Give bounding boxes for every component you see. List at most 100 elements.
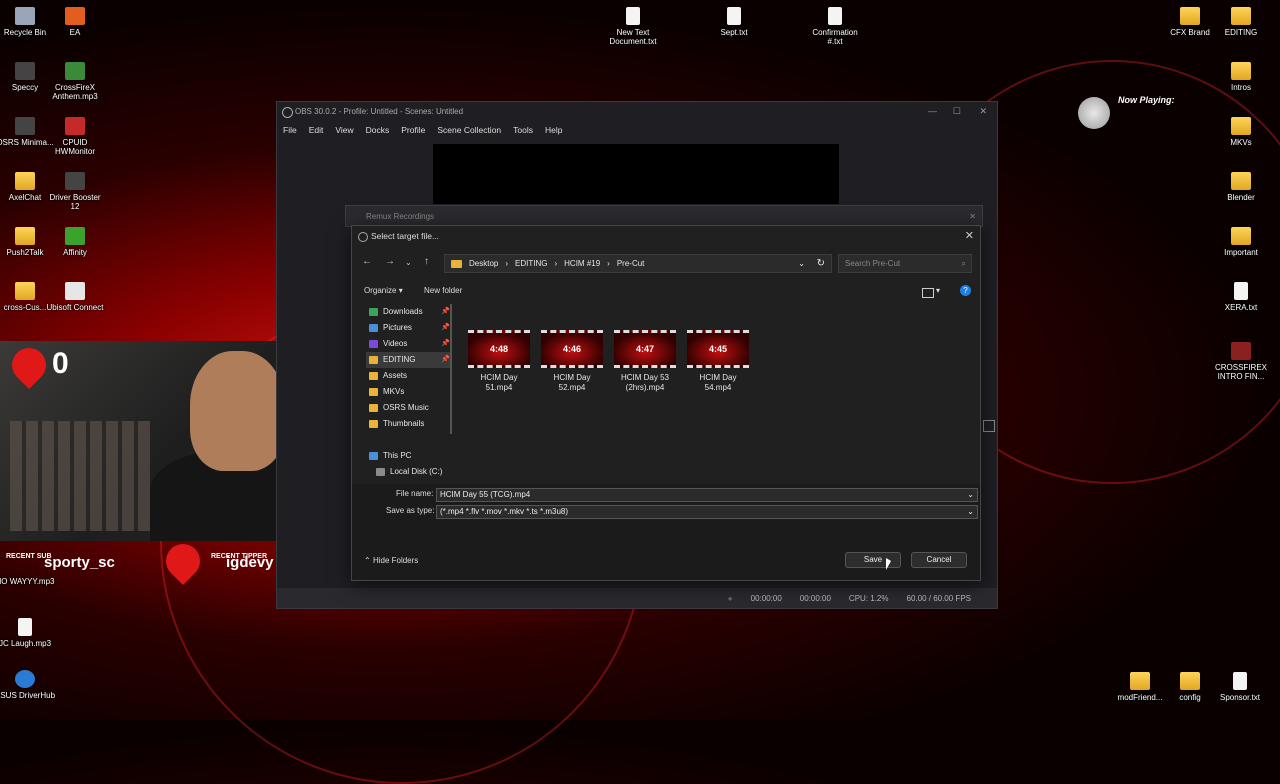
view-options-icon[interactable] <box>922 288 934 298</box>
desktop-icon-sponsor[interactable]: Sponsor.txt <box>1210 672 1270 702</box>
save-as-type-select[interactable]: (*.mp4 *.flv *.mov *.mkv *.ts *.m3u8) ⌄ <box>436 505 978 519</box>
downloads-icon <box>369 308 378 316</box>
file-list: 4:48 HCIM Day 51.mp4 4:46 HCIM Day 52.mp4 4:… <box>468 330 749 393</box>
breadcrumb-editing[interactable]: EDITING <box>515 259 547 268</box>
view-chevron-icon[interactable]: ▾ <box>936 286 940 295</box>
address-dropdown-chevron-icon[interactable]: ⌄ <box>798 259 805 268</box>
dialog-toolbar: Organize ▾ New folder ▾ ? <box>364 285 971 300</box>
text-file-icon <box>727 7 741 25</box>
tree-item-this-pc[interactable]: This PC <box>366 448 450 464</box>
desktop-icon-jc-laugh[interactable]: JC Laugh.mp3 <box>0 618 55 648</box>
file-item[interactable]: 4:47 HCIM Day 53 (2hrs).mp4 <box>614 330 676 393</box>
tree-item-pictures[interactable]: Pictures 📌 <box>366 320 450 336</box>
folder-icon <box>1130 672 1150 690</box>
folder-icon <box>1231 62 1251 80</box>
tree-item-mkvs[interactable]: MKVs <box>366 384 450 400</box>
tree-item-osrs-music[interactable]: OSRS Music <box>366 400 450 416</box>
desktop-icon-new-text-document[interactable]: New Text Document.txt <box>603 7 663 46</box>
obs-title: OBS 30.0.2 - Profile: Untitled - Scenes:… <box>295 107 464 116</box>
pin-icon: 📌 <box>441 324 450 331</box>
navigation-bar: ← → ⌄ ↑ Desktop › EDITING › HCIM #19 › Pre-… <box>352 254 980 274</box>
file-name-input[interactable]: HCIM Day 55 (TCG).mp4 ⌄ <box>436 488 978 502</box>
breadcrumb-pre-cut[interactable]: Pre-Cut <box>617 259 645 268</box>
tree-item-downloads[interactable]: Downloads 📌 <box>366 304 450 320</box>
close-icon[interactable]: ✕ <box>965 226 974 246</box>
obs-menu-bar: File Edit View Docks Profile Scene Collection… <box>277 121 997 139</box>
recording-icon: ● <box>727 593 733 603</box>
file-item[interactable]: 4:45 HCIM Day 54.mp4 <box>687 330 749 393</box>
desktop-icon-blender[interactable]: Blender <box>1211 172 1271 202</box>
menu-view[interactable]: View <box>335 125 353 135</box>
hide-folders-button[interactable]: ⌃ Hide Folders <box>364 556 418 565</box>
help-icon[interactable]: ? <box>960 285 971 296</box>
chevron-up-icon: ⌃ <box>364 556 371 565</box>
organize-button[interactable]: Organize ▾ <box>364 286 403 295</box>
text-file-icon <box>1233 672 1247 690</box>
minimize-icon[interactable]: — <box>928 102 937 121</box>
menu-file[interactable]: File <box>283 125 297 135</box>
up-arrow-icon[interactable]: ↑ <box>424 256 429 267</box>
back-arrow-icon[interactable]: ← <box>362 256 372 267</box>
obs-status-bar: ● 00:00:00 00:00:00 CPU: 1.2% 60.00 / 60… <box>277 588 997 608</box>
desktop-icon-important[interactable]: Important <box>1211 227 1271 257</box>
desktop-icon-editing[interactable]: EDITING <box>1211 7 1271 37</box>
desktop-icon-ea[interactable]: EA <box>45 7 105 37</box>
tree-scrollbar[interactable] <box>450 304 452 434</box>
address-bar[interactable]: Desktop › EDITING › HCIM #19 › Pre-Cut ⌄ ↻ <box>444 254 832 273</box>
menu-edit[interactable]: Edit <box>309 125 324 135</box>
tree-item-thumbnails[interactable]: Thumbnails <box>366 416 450 432</box>
search-input[interactable]: Search Pre-Cut ⌕ <box>838 254 972 273</box>
video-thumbnail: 4:46 <box>541 330 603 368</box>
desktop-icon-ubisoft-connect[interactable]: Ubisoft Connect <box>45 282 105 312</box>
audio-file-icon <box>18 618 32 636</box>
breadcrumb-hcim-19[interactable]: HCIM #19 <box>564 259 600 268</box>
folder-icon <box>1180 7 1200 25</box>
desktop-icon-confirmation[interactable]: Confirmation #.txt <box>805 7 865 46</box>
chevron-down-icon[interactable]: ⌄ <box>967 506 974 518</box>
dialog-title: Select target file... <box>371 231 440 241</box>
menu-tools[interactable]: Tools <box>513 125 533 135</box>
webcam-shelf <box>10 421 150 531</box>
folder-icon <box>1231 117 1251 135</box>
tree-item-editing[interactable]: EDITING 📌 <box>366 352 450 368</box>
file-name-label: File name: <box>396 489 434 498</box>
folder-icon <box>369 404 378 412</box>
desktop-icon-affinity[interactable]: Affinity <box>45 227 105 257</box>
refresh-icon[interactable]: ↻ <box>817 258 825 269</box>
desktop-icon-no-wayyy[interactable]: NO WAYYY.mp3 <box>0 574 55 586</box>
desktop-icon-cpuid-hwmonitor[interactable]: CPUID HWMonitor <box>45 117 105 156</box>
menu-docks[interactable]: Docks <box>366 125 390 135</box>
desktop-icon-mkvs[interactable]: MKVs <box>1211 117 1271 147</box>
desktop-icon-crossfirex-anthem-mp3[interactable]: CrossFireX Anthem.mp3 <box>45 62 105 101</box>
desktop-icon-sept[interactable]: Sept.txt <box>704 7 764 37</box>
desktop-icon-xera-txt[interactable]: XERA.txt <box>1211 282 1271 312</box>
desktop-icon-asus-driverhub[interactable]: ASUS DriverHub <box>0 670 55 700</box>
cancel-button[interactable]: Cancel <box>911 552 967 568</box>
menu-profile[interactable]: Profile <box>401 125 425 135</box>
close-icon[interactable]: ✕ <box>979 102 987 121</box>
tree-item-assets[interactable]: Assets <box>366 368 450 384</box>
new-folder-button[interactable]: New folder <box>424 286 462 295</box>
file-item[interactable]: 4:46 HCIM Day 52.mp4 <box>541 330 603 393</box>
record-time: 00:00:00 <box>799 593 831 603</box>
tree-item-videos[interactable]: Videos 📌 <box>366 336 450 352</box>
folder-icon <box>15 282 35 300</box>
breadcrumb-desktop[interactable]: Desktop <box>469 259 498 268</box>
save-as-type-label: Save as type: <box>386 506 435 515</box>
maximize-icon[interactable]: ☐ <box>953 102 961 121</box>
app-icon <box>15 117 35 135</box>
now-playing-avatar <box>1078 97 1110 129</box>
desktop-icon-crossfirex-intro-fin[interactable]: CROSSFIREX INTRO FIN... <box>1211 342 1271 381</box>
chevron-down-icon[interactable]: ⌄ <box>967 489 974 501</box>
dock-icon[interactable] <box>983 420 995 432</box>
desktop-icon-driver-booster-12[interactable]: Driver Booster 12 <box>45 172 105 211</box>
menu-help[interactable]: Help <box>545 125 562 135</box>
forward-arrow-icon[interactable]: → <box>385 256 395 267</box>
recent-locations-chevron-icon[interactable]: ⌄ <box>405 258 412 267</box>
desktop-icon-intros[interactable]: Intros <box>1211 62 1271 92</box>
menu-scene-collection[interactable]: Scene Collection <box>437 125 501 135</box>
video-thumbnail: 4:45 <box>687 330 749 368</box>
tree-item-local-disk[interactable]: Local Disk (C:) <box>366 464 450 480</box>
save-button[interactable]: Save <box>845 552 901 568</box>
file-item[interactable]: 4:48 HCIM Day 51.mp4 <box>468 330 530 393</box>
